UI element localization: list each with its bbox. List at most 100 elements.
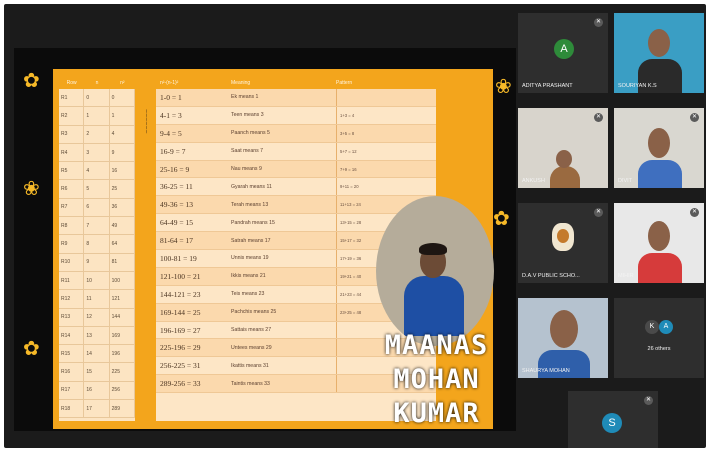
mic-muted-icon: ✕ bbox=[690, 113, 699, 122]
table-cell: 225 bbox=[110, 363, 135, 381]
table-cell: 16-9 = 7 bbox=[160, 146, 186, 156]
table-cell: 225-196 = 29 bbox=[160, 343, 201, 353]
table-cell: Ikattis means 31 bbox=[231, 362, 269, 369]
participant-name: SOURIYAN K.S bbox=[618, 83, 657, 89]
table-cell: Untees means 29 bbox=[231, 344, 272, 351]
table-row: R11 10 100 bbox=[59, 271, 135, 291]
meeting-window: ✿ ❀ ✿ ❀ ✿ Row n n² R1 0 0 R2 1 1 R3 2 4 R4 3 9 R5 4 16… bbox=[4, 4, 706, 448]
table-row: 49-36 = 13 Terah means 13 11+13 = 24 bbox=[156, 196, 436, 215]
table-row: R8 7 49 bbox=[59, 217, 135, 236]
table-cell: 17 bbox=[84, 400, 110, 418]
table-cell: Terah means 13 bbox=[231, 201, 269, 208]
participant-shirt bbox=[550, 166, 580, 188]
table-cell: 9 bbox=[84, 253, 110, 271]
screen-share: ✿ ❀ ✿ ❀ ✿ Row n n² R1 0 0 R2 1 1 R3 2 4 R4 3 9 R5 4 16… bbox=[14, 48, 516, 431]
table-cell: R3 bbox=[59, 125, 85, 143]
table-cell: 4 bbox=[110, 125, 135, 143]
participant-name: SHAURYA MOHAN bbox=[522, 368, 570, 374]
table-row: R5 4 16 bbox=[59, 162, 135, 181]
table-cell: 196-169 = 27 bbox=[160, 325, 201, 335]
differences-table-header: n²-(n-1)² Meaning Pattern bbox=[156, 77, 436, 89]
squares-table: Row n n² R1 0 0 R2 1 1 R3 2 4 R4 3 9 R5 4 16 R6 5 25 R7 6 36… bbox=[59, 77, 135, 421]
table-cell: 4 bbox=[84, 162, 110, 180]
table-cell: 1 bbox=[110, 107, 135, 125]
table-row: R9 8 64 bbox=[59, 235, 135, 254]
mic-muted-icon: ✕ bbox=[644, 396, 653, 405]
table-cell: 7+9 = 16 bbox=[336, 160, 436, 178]
table-cell: 256-225 = 31 bbox=[160, 361, 201, 371]
participant-tile[interactable]: ✕ MIHIR bbox=[614, 203, 704, 283]
table-cell: Pandrah means 15 bbox=[231, 219, 275, 226]
table-row: R3 2 4 bbox=[59, 125, 135, 144]
table-cell: R8 bbox=[59, 217, 85, 235]
table-cell: 81-64 = 17 bbox=[160, 236, 193, 246]
table-cell: Taintis means 33 bbox=[231, 380, 270, 387]
squares-table-header: Row n n² bbox=[59, 77, 135, 89]
table-cell: 5+7 = 12 bbox=[336, 142, 436, 160]
participant-tile[interactable]: SHAURYA MOHAN bbox=[518, 298, 608, 378]
table-row: R16 15 225 bbox=[59, 363, 135, 382]
table-cell: 13 bbox=[84, 326, 110, 345]
participant-name: DIVIT bbox=[618, 178, 633, 184]
table-cell: Satrah means 17 bbox=[231, 237, 271, 244]
logo-emblem bbox=[557, 229, 569, 243]
table-row: R12 11 121 bbox=[59, 290, 135, 309]
header-cell: n² bbox=[120, 80, 125, 86]
presenter-hair bbox=[419, 243, 447, 255]
table-cell: 100 bbox=[110, 271, 135, 290]
avatar: S bbox=[602, 413, 622, 433]
table-cell: 3+5 = 8 bbox=[336, 124, 436, 142]
table-row: R14 13 169 bbox=[59, 326, 135, 346]
table-cell: 25-16 = 9 bbox=[160, 164, 190, 174]
header-cell: Pattern bbox=[336, 80, 353, 86]
table-cell: R10 bbox=[59, 253, 85, 271]
participant-tile[interactable]: ✕ A ADITYA PRASHANT bbox=[518, 13, 608, 93]
table-cell: 121 bbox=[110, 290, 135, 308]
table-cell: 16 bbox=[84, 381, 110, 400]
table-cell: Saat means 7 bbox=[231, 148, 264, 155]
table-cell: 7 bbox=[84, 217, 110, 235]
table-cell: 1-0 = 1 bbox=[160, 92, 182, 102]
table-cell: 12 bbox=[84, 308, 110, 326]
table-cell: 25 bbox=[110, 180, 135, 198]
table-cell: Unnis means 19 bbox=[231, 255, 269, 262]
participant-tile[interactable]: ✕ DIVIT bbox=[614, 108, 704, 188]
header-cell: n bbox=[95, 80, 99, 86]
table-cell: 49 bbox=[110, 217, 135, 235]
table-row: R15 14 196 bbox=[59, 345, 135, 364]
participant-tile[interactable]: ✕ S bbox=[568, 391, 658, 448]
table-cell: R4 bbox=[59, 143, 85, 162]
table-cell: 9+11 = 20 bbox=[336, 178, 436, 196]
table-cell: R17 bbox=[59, 381, 85, 400]
table-cell: R1 bbox=[59, 89, 85, 107]
mic-muted-icon: ✕ bbox=[594, 208, 603, 217]
mic-muted-icon: ✕ bbox=[594, 113, 603, 122]
table-cell: 9-4 = 5 bbox=[160, 128, 182, 138]
participant-face bbox=[648, 128, 670, 158]
participant-face bbox=[648, 29, 670, 57]
table-row: R18 17 289 bbox=[59, 400, 135, 419]
participant-face bbox=[550, 310, 578, 348]
participant-tile[interactable]: ✕ ANKUSH bbox=[518, 108, 608, 188]
participant-tile[interactable]: ✕ D.A.V PUBLIC SCHO... bbox=[518, 203, 608, 283]
table-cell: R18 bbox=[59, 400, 85, 418]
avatar: A bbox=[659, 320, 673, 334]
others-tile[interactable]: K A 26 others bbox=[614, 298, 704, 378]
participant-tile[interactable]: SOURIYAN K.S bbox=[614, 13, 704, 93]
table-cell: 4-1 = 3 bbox=[160, 110, 182, 120]
table-cell: 0 bbox=[84, 89, 110, 107]
table-row: R1 0 0 bbox=[59, 89, 135, 108]
handwritten-note: ~~~~~~ bbox=[142, 109, 149, 134]
table-cell: Gyarah means 11 bbox=[231, 183, 272, 190]
flower-decoration: ✿ bbox=[493, 208, 510, 230]
table-cell: R12 bbox=[59, 290, 85, 308]
table-cell: Teis means 23 bbox=[231, 291, 265, 298]
header-cell: n²-(n-1)² bbox=[160, 80, 179, 86]
table-cell: R2 bbox=[59, 107, 85, 125]
avatar: K bbox=[645, 320, 659, 334]
presenter-name-line: MAANAS bbox=[384, 330, 489, 361]
table-cell: 8 bbox=[84, 235, 110, 253]
table-row: 4-1 = 3 Teen means 3 1+3 = 4 bbox=[156, 106, 436, 125]
table-row: R4 3 9 bbox=[59, 143, 135, 163]
table-cell: R16 bbox=[59, 363, 85, 381]
